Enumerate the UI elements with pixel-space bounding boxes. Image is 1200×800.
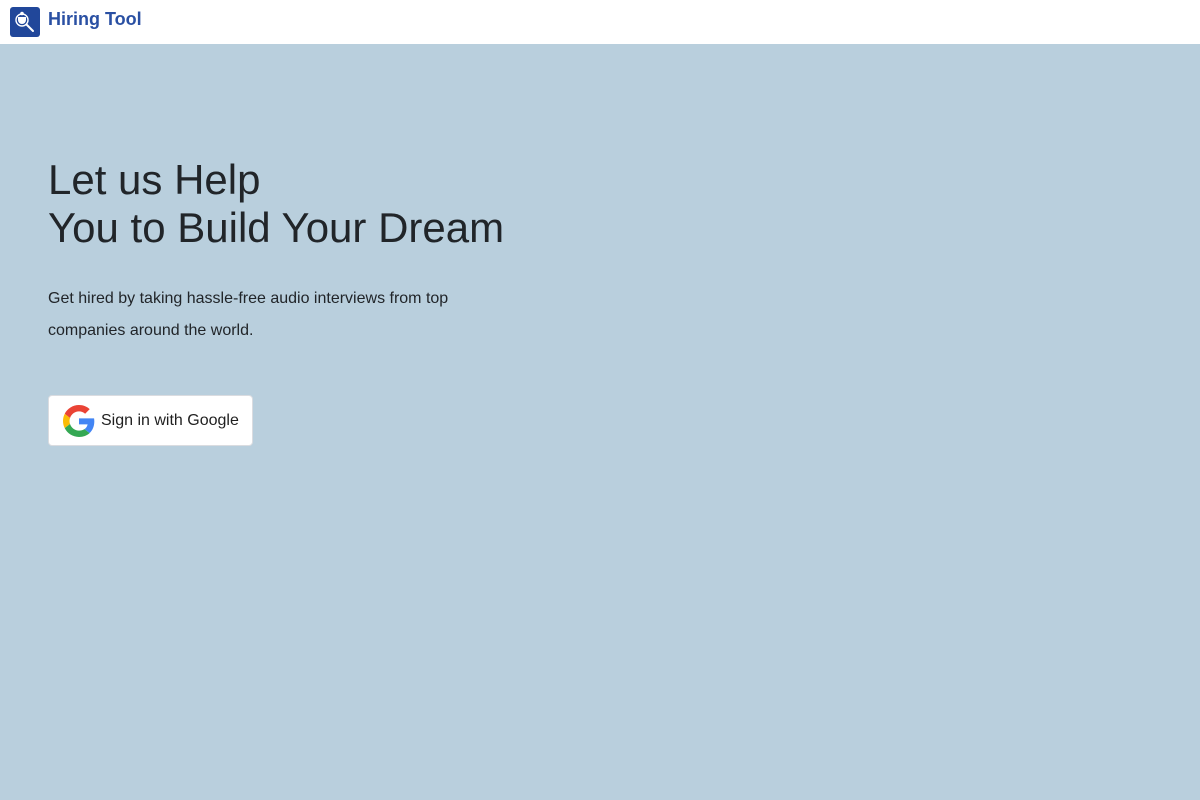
brand-link[interactable]: Hiring Tool (10, 7, 142, 37)
google-signin-label: Sign in with Google (101, 411, 239, 429)
google-icon (63, 404, 95, 437)
google-signin-button[interactable]: Sign in with Google (48, 395, 253, 446)
hero-title-line-1: Let us Help (48, 156, 261, 203)
brand-name: Hiring Tool (48, 8, 142, 29)
top-navbar: Hiring Tool (0, 0, 1200, 44)
hero-section: Let us Help You to Build Your Dream Get … (0, 44, 1200, 800)
hero-title: Let us Help You to Build Your Dream (48, 156, 504, 252)
hero-description: Get hired by taking hassle-free audio in… (48, 290, 449, 339)
hero-title-line-2: You to Build Your Dream (48, 204, 505, 251)
person-search-icon (10, 7, 40, 37)
